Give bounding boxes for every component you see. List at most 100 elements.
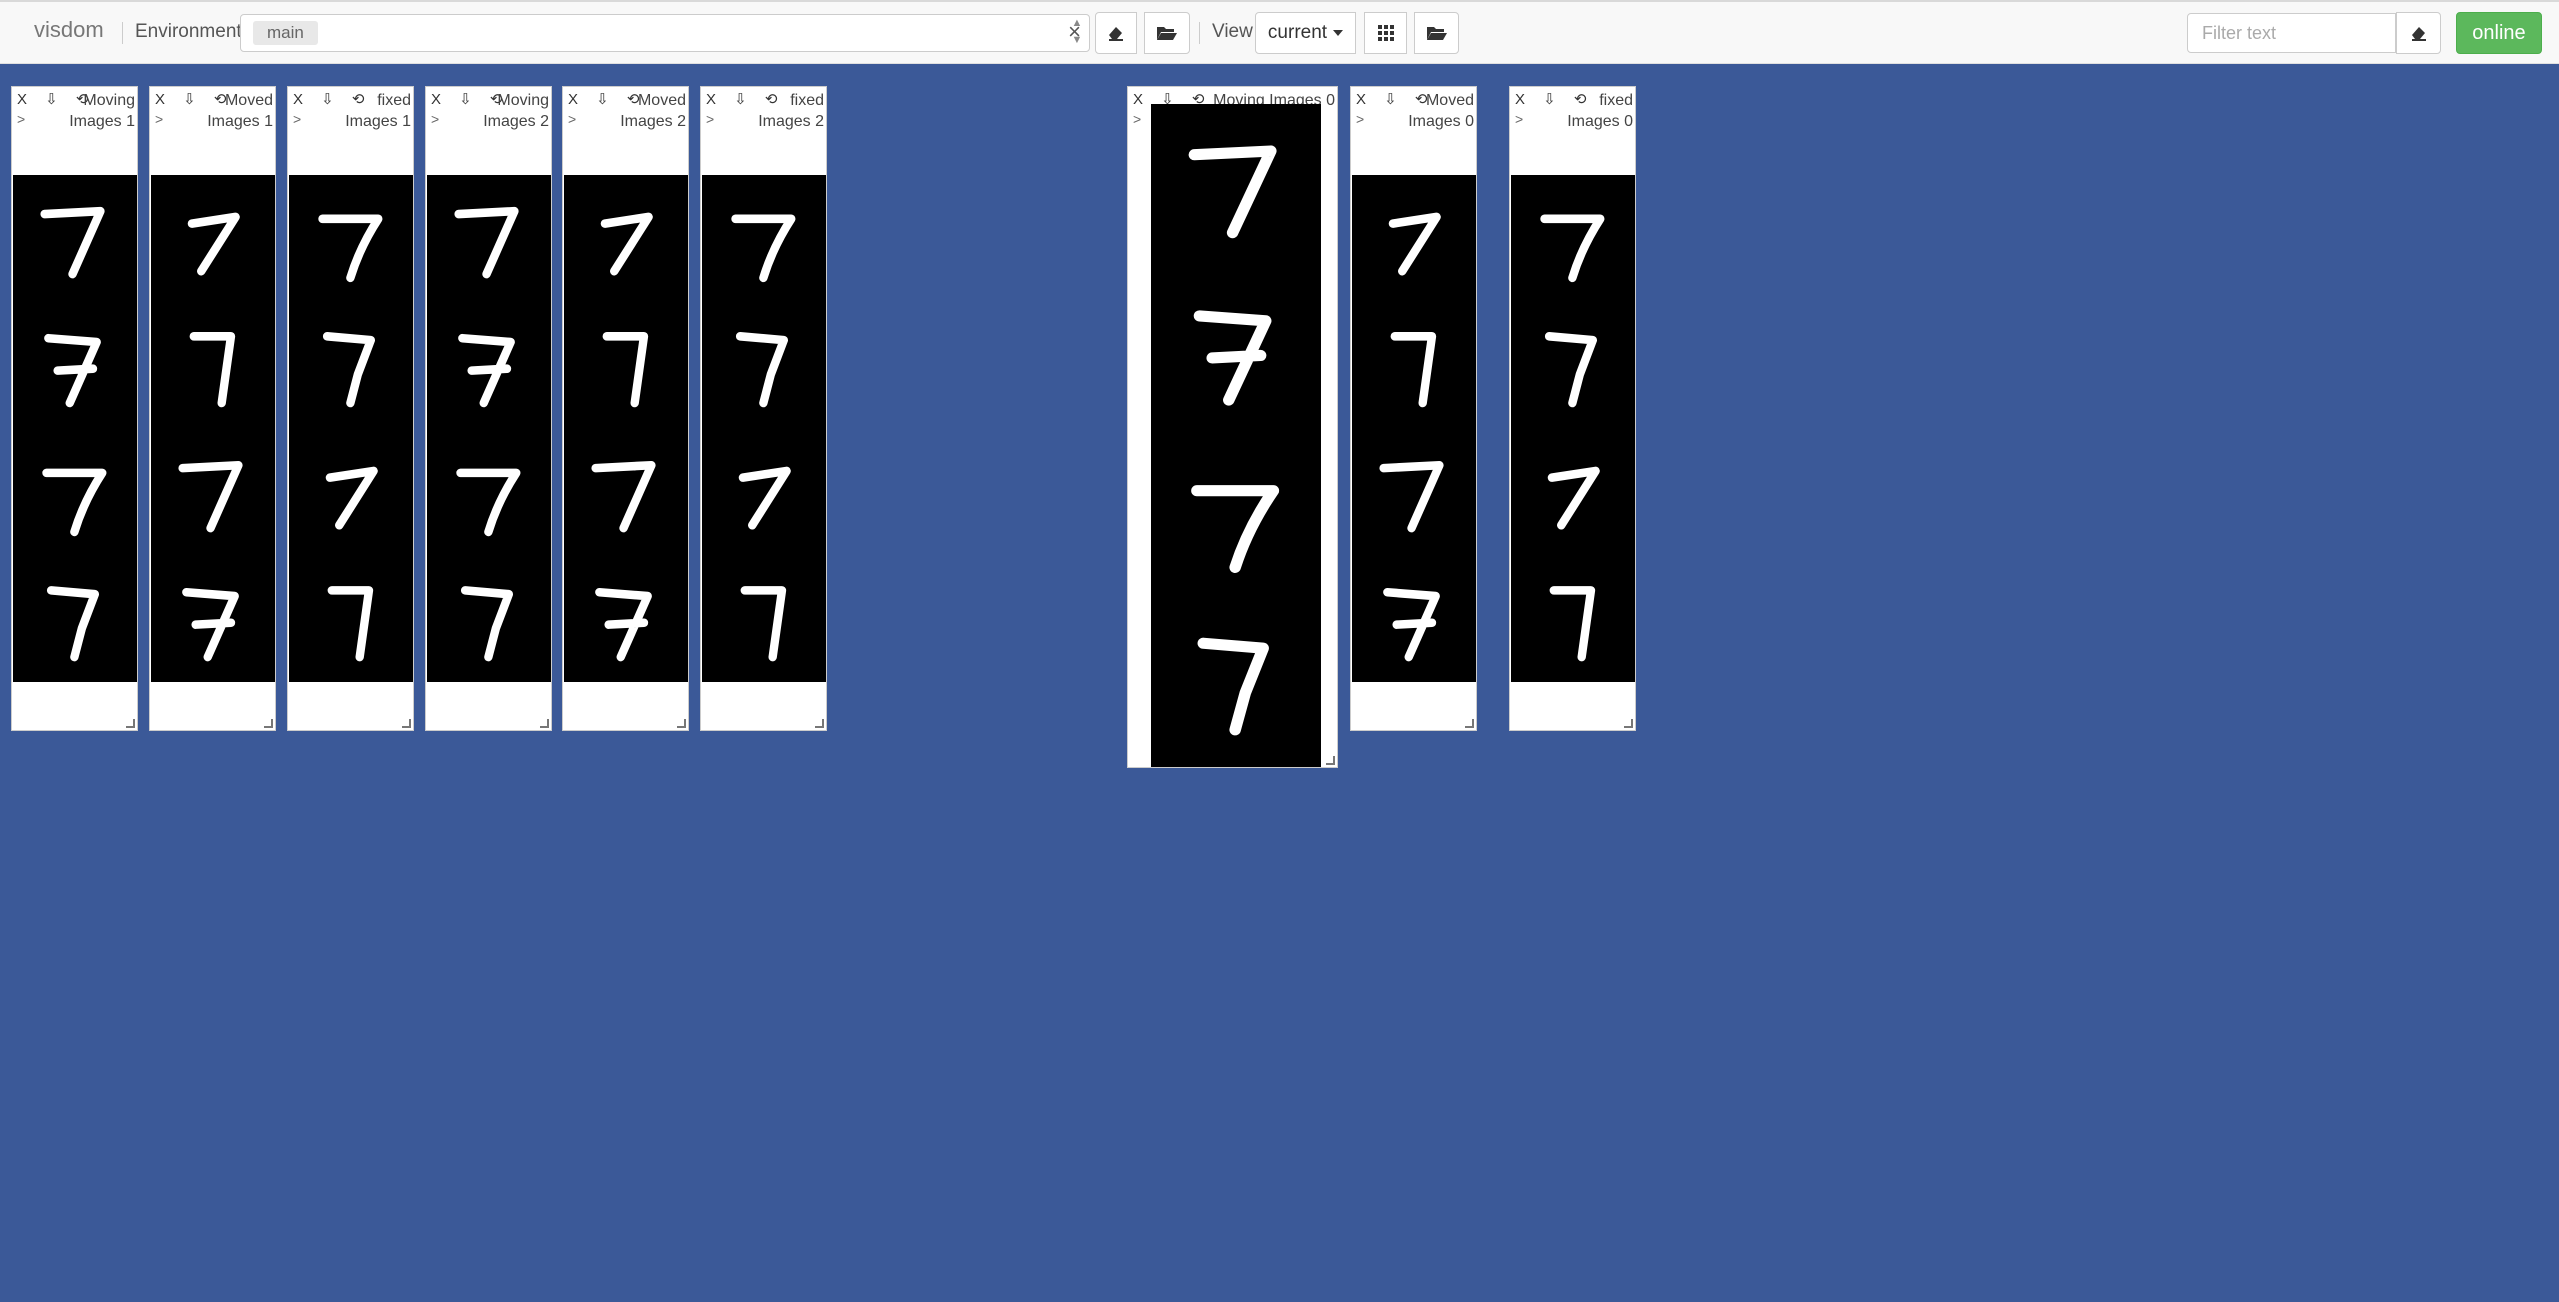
digit-image xyxy=(1191,485,1280,573)
pane-expand-toggle[interactable]: > xyxy=(706,111,714,127)
pane-expand-toggle[interactable]: > xyxy=(1133,111,1141,127)
image-pane[interactable]: X ⇩ ⟲ > Moving Images 2 xyxy=(425,86,552,731)
image-pane[interactable]: X ⇩ ⟲ > fixed Images 0 xyxy=(1509,86,1636,731)
digit-image xyxy=(600,212,653,276)
digit-image xyxy=(460,586,514,662)
image-grid xyxy=(1151,104,1321,767)
digit-image xyxy=(735,332,789,408)
image-pane[interactable]: X ⇩ ⟲ > fixed Images 2 xyxy=(700,86,827,731)
pane-expand-toggle[interactable]: > xyxy=(431,111,439,127)
resize-handle[interactable] xyxy=(402,719,411,728)
digit-image xyxy=(738,466,791,530)
digit-image xyxy=(325,466,378,530)
view-label: View xyxy=(1212,21,1253,42)
image-grid xyxy=(289,175,413,682)
digit-image xyxy=(187,212,240,276)
digit-image xyxy=(602,332,649,408)
pane-title: Moved Images 0 xyxy=(1408,92,1474,130)
image-grid xyxy=(564,175,688,682)
open-folder-button[interactable] xyxy=(1144,12,1190,54)
digit-image xyxy=(1544,332,1598,408)
digit-image xyxy=(591,460,656,533)
digit-image xyxy=(1197,637,1269,736)
digit-image xyxy=(322,332,376,408)
digit-image xyxy=(1188,145,1277,239)
brand-logo[interactable]: visdom xyxy=(34,17,104,43)
pane-expand-toggle[interactable]: > xyxy=(155,111,163,127)
pane-expand-toggle[interactable]: > xyxy=(568,111,576,127)
top-navbar: visdom Environment main × ▲ ▼ View curren… xyxy=(0,0,2559,64)
image-pane[interactable]: X ⇩ ⟲ > Moved Images 2 xyxy=(562,86,689,731)
image-pane[interactable]: X ⇩ ⟲ > Moved Images 1 xyxy=(149,86,276,731)
resize-handle[interactable] xyxy=(540,719,549,728)
environment-tag[interactable]: main xyxy=(253,21,318,45)
digit-image xyxy=(42,468,107,537)
digit-image xyxy=(1549,586,1596,662)
image-pane[interactable]: X ⇩ ⟲ > Moving Images 0 xyxy=(1127,86,1338,768)
filter-clear-button[interactable] xyxy=(2396,12,2441,54)
digit-image xyxy=(1388,212,1441,276)
pane-title: fixed Images 0 xyxy=(1567,92,1633,130)
eraser-icon xyxy=(2411,27,2426,41)
pane-title: Moved Images 2 xyxy=(620,92,686,130)
connection-status-button[interactable]: online xyxy=(2456,12,2542,54)
digit-image xyxy=(1383,587,1440,662)
folder-open-icon xyxy=(1426,27,1447,40)
resize-handle[interactable] xyxy=(1624,719,1633,728)
resize-handle[interactable] xyxy=(815,719,824,728)
eraser-button[interactable] xyxy=(1095,12,1137,54)
image-pane[interactable]: X ⇩ ⟲ > fixed Images 1 xyxy=(287,86,414,731)
image-grid xyxy=(1352,175,1476,682)
image-grid xyxy=(151,175,275,682)
pane-title: fixed Images 2 xyxy=(758,92,824,130)
view-folder-button[interactable] xyxy=(1414,12,1459,54)
image-grid xyxy=(1511,175,1635,682)
pane-title: Moved Images 1 xyxy=(207,92,273,130)
digit-image xyxy=(458,333,515,408)
view-dropdown[interactable]: current xyxy=(1255,12,1356,54)
image-pane[interactable]: X ⇩ ⟲ > Moved Images 0 xyxy=(1350,86,1477,731)
digit-image xyxy=(189,332,236,408)
pane-expand-toggle[interactable]: > xyxy=(17,111,25,127)
image-pane[interactable]: X ⇩ ⟲ > Moving Images 1 xyxy=(11,86,138,731)
digit-image xyxy=(1540,214,1605,283)
environment-select[interactable]: main × xyxy=(240,14,1090,52)
digit-image xyxy=(178,460,243,533)
resize-handle[interactable] xyxy=(1465,719,1474,728)
digit-image xyxy=(731,214,796,283)
digit-image xyxy=(740,586,787,662)
folder-open-icon xyxy=(1157,27,1177,40)
digit-image xyxy=(1390,332,1437,408)
divider xyxy=(1199,22,1200,44)
grid-layout-button[interactable] xyxy=(1364,12,1407,54)
pane-expand-toggle[interactable]: > xyxy=(293,111,301,127)
digit-image xyxy=(1379,460,1444,533)
pane-expand-toggle[interactable]: > xyxy=(1515,111,1523,127)
environment-label: Environment xyxy=(135,21,242,42)
digit-image xyxy=(182,587,239,662)
pane-title: Moving Images 2 xyxy=(483,92,549,130)
image-grid xyxy=(427,175,551,682)
digit-image xyxy=(318,214,383,283)
digit-image xyxy=(40,206,105,279)
pane-expand-toggle[interactable]: > xyxy=(1356,111,1364,127)
environment-stepper[interactable]: ▲ ▼ xyxy=(1070,15,1084,49)
digit-image xyxy=(1547,466,1600,530)
eraser-icon xyxy=(1109,27,1123,41)
digit-image xyxy=(327,586,374,662)
filter-text-input[interactable] xyxy=(2187,13,2396,53)
grid-icon xyxy=(1377,25,1394,41)
resize-handle[interactable] xyxy=(126,719,135,728)
resize-handle[interactable] xyxy=(1326,756,1335,765)
digit-image xyxy=(456,468,521,537)
resize-handle[interactable] xyxy=(677,719,686,728)
divider xyxy=(122,22,123,44)
pane-title: Moving Images 1 xyxy=(69,92,135,130)
digit-image xyxy=(1193,310,1272,406)
digit-image xyxy=(46,586,100,662)
pane-title: fixed Images 1 xyxy=(345,92,411,130)
digit-image xyxy=(454,206,519,279)
view-dropdown-value: current xyxy=(1267,22,1328,43)
resize-handle[interactable] xyxy=(264,719,273,728)
digit-image xyxy=(44,333,101,408)
